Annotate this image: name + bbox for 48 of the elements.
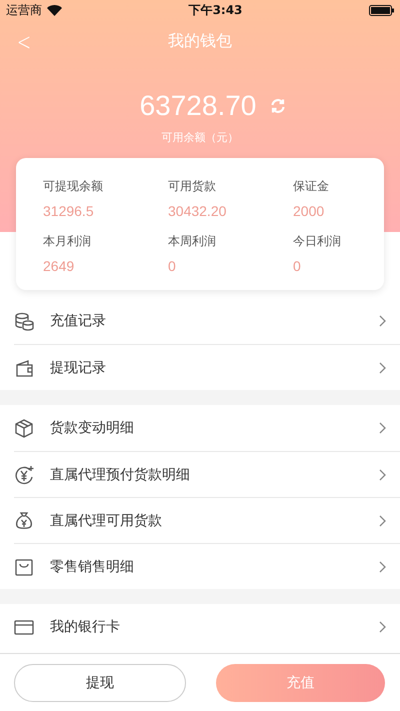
- menu-item[interactable]: 直属代理可用货款: [14, 497, 400, 543]
- stat-label: 可提现余额: [43, 178, 104, 195]
- chevron-icon: [379, 560, 386, 572]
- withdraw-button[interactable]: 提现: [14, 664, 186, 702]
- stat-label: 本月利润: [43, 233, 92, 250]
- chevron-icon: [379, 315, 386, 327]
- page-title: 我的钱包: [168, 30, 232, 52]
- stat-value: 2000: [293, 203, 326, 219]
- stat-value: 0: [293, 258, 302, 274]
- refresh-icon[interactable]: [270, 98, 286, 114]
- menu-item[interactable]: 充值记录: [14, 298, 400, 344]
- yen-icon: [14, 464, 34, 484]
- battery-icon: [368, 4, 394, 16]
- balance-label: 可用余额（元）: [162, 131, 238, 144]
- balance-amount: 63728.70: [140, 90, 256, 122]
- stat-value: 30432.20: [168, 203, 228, 219]
- chevron-icon: [379, 514, 386, 526]
- menu-label: 提现记录: [50, 358, 107, 376]
- menu-label: 零售销售明细: [50, 558, 135, 576]
- menu-item[interactable]: 我的银行卡: [14, 604, 400, 650]
- wifi-icon: [47, 4, 62, 16]
- money-bag-icon: [14, 510, 34, 530]
- box-icon: [14, 418, 34, 438]
- menu-item[interactable]: 货款变动明细: [14, 405, 400, 451]
- chevron-icon: [379, 468, 386, 480]
- status-time: 下午3:43: [188, 2, 242, 18]
- coins-icon: [14, 311, 34, 331]
- wallet-icon: [14, 358, 34, 378]
- menu-label: 直属代理可用货款: [50, 512, 163, 530]
- menu-label: 我的银行卡: [50, 618, 121, 636]
- chevron-icon: [379, 621, 386, 633]
- stat-label: 保证金: [293, 178, 330, 195]
- menu-label: 直属代理预付货款明细: [50, 466, 191, 484]
- chevron-icon: [379, 422, 386, 434]
- menu-item[interactable]: 零售销售明细: [14, 543, 400, 589]
- stat-value: 31296.5: [43, 203, 95, 219]
- shopping-bag-icon: [14, 556, 34, 576]
- menu-item[interactable]: 提现记录: [14, 344, 400, 390]
- menu-label: 充值记录: [50, 312, 107, 330]
- carrier-name: 运营商: [6, 2, 42, 18]
- stat-label: 可用货款: [168, 178, 217, 195]
- stat-label: 本周利润: [168, 233, 217, 250]
- menu-label: 货款变动明细: [50, 419, 135, 437]
- stat-value: 0: [168, 258, 177, 274]
- chevron-icon: [379, 362, 386, 374]
- stat-label: 今日利润: [293, 233, 342, 250]
- menu-item[interactable]: 直属代理预付货款明细: [14, 451, 400, 497]
- stat-value: 2649: [43, 258, 76, 274]
